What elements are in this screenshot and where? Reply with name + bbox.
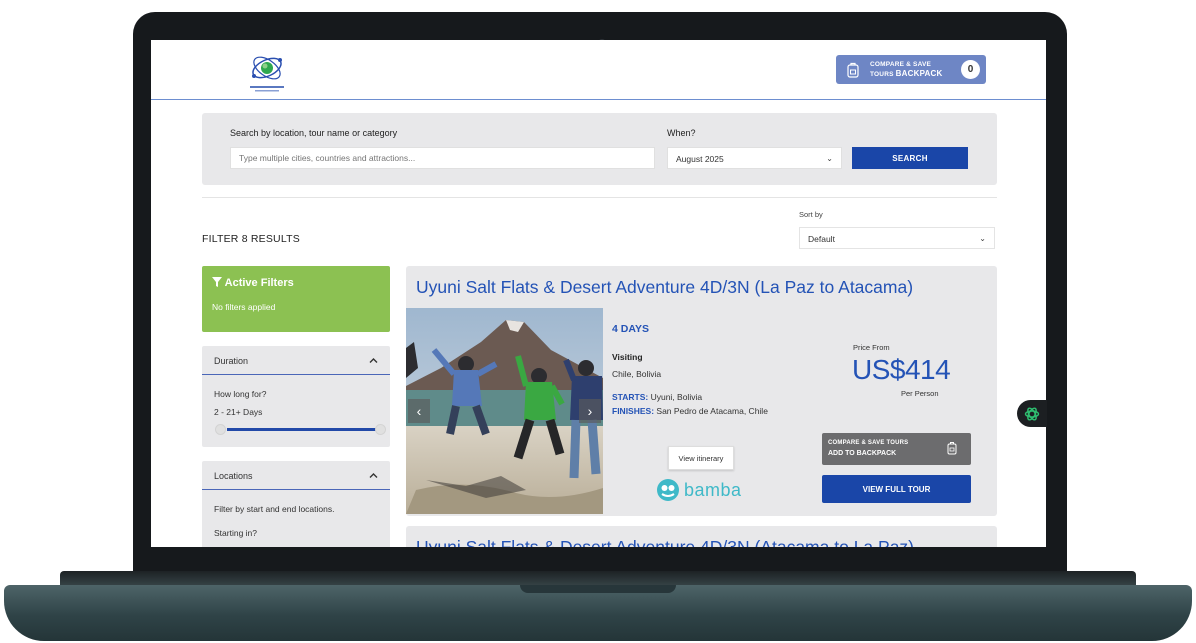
duration-panel-header[interactable]: Duration: [202, 346, 390, 375]
tour-photo-image: [406, 308, 603, 514]
filter-icon: [212, 277, 222, 287]
tour-card: Uyuni Salt Flats & Desert Adventure 4D/3…: [406, 526, 997, 547]
backpack-icon: [847, 62, 859, 78]
location-search-input[interactable]: [230, 147, 655, 169]
location-search-label: Search by location, tour name or categor…: [230, 128, 398, 138]
chat-widget-button[interactable]: [1017, 400, 1047, 427]
backpack-icon: [947, 442, 957, 455]
when-label: When?: [667, 128, 696, 138]
tour-photo[interactable]: ‹ ›: [406, 308, 603, 514]
visiting-label: Visiting: [612, 352, 643, 362]
per-person-label: Per Person: [901, 389, 939, 398]
search-button[interactable]: SEARCH: [852, 147, 968, 169]
operator-name: bamba: [684, 479, 742, 500]
price-from-label: Price From: [853, 343, 890, 352]
duration-filter-panel: Duration How long for? 2 - 21+ Days: [202, 346, 390, 447]
starts-value: Uyuni, Bolivia: [650, 392, 703, 402]
starts-label: STARTS:: [612, 392, 649, 402]
openai-chat-icon: [1024, 406, 1040, 421]
globe-logo-icon[interactable]: [247, 49, 287, 93]
finishes-label: FINISHES:: [612, 406, 655, 416]
results-count: FILTER 8 RESULTS: [202, 233, 300, 245]
divider: [202, 197, 997, 198]
backpack-button-label: COMPARE & SAVE TOURS BACKPACK: [870, 60, 942, 79]
duration-question: How long for?: [214, 389, 267, 399]
tour-starts: STARTS: Uyuni, Bolivia: [612, 390, 772, 404]
photo-prev-button[interactable]: ‹: [408, 399, 430, 423]
tour-duration: 4 DAYS: [612, 323, 649, 335]
active-filters-panel: Active Filters No filters applied: [202, 266, 390, 332]
compare-button-line1: COMPARE & SAVE TOURS: [828, 440, 909, 446]
backpack-count-badge: 0: [961, 60, 980, 79]
browser-screen: COMPARE & SAVE TOURS BACKPACK 0 Search b…: [151, 40, 1046, 547]
chevron-up-icon[interactable]: [369, 471, 378, 480]
photo-next-button[interactable]: ›: [579, 399, 601, 423]
view-full-tour-button[interactable]: VIEW FULL TOUR: [822, 475, 971, 503]
backpack-line1: COMPARE & SAVE: [870, 61, 932, 68]
backpack-line2-big: BACKPACK: [895, 69, 943, 78]
tour-card: Uyuni Salt Flats & Desert Adventure 4D/3…: [406, 266, 997, 516]
chevron-down-icon: ⌄: [826, 154, 833, 163]
active-filters-status: No filters applied: [212, 302, 276, 312]
duration-slider-max-handle[interactable]: [375, 424, 386, 435]
active-filters-title-text: Active Filters: [224, 277, 294, 289]
locations-panel-title: Locations: [214, 471, 253, 481]
bamba-logo-icon: [657, 479, 679, 501]
tour-finishes: FINISHES: San Pedro de Atacama, Chile: [612, 404, 772, 418]
finishes-value: San Pedro de Atacama, Chile: [656, 406, 768, 416]
chevron-up-icon[interactable]: [369, 356, 378, 365]
duration-range-text: 2 - 21+ Days: [214, 407, 263, 417]
tour-title-link[interactable]: Uyuni Salt Flats & Desert Adventure 4D/3…: [416, 537, 914, 547]
locations-description: Filter by start and end locations.: [214, 504, 335, 514]
chevron-down-icon: ⌄: [979, 234, 986, 243]
active-filters-title: Active Filters: [212, 277, 294, 289]
starting-in-label: Starting in?: [214, 528, 257, 538]
laptop-base: [4, 585, 1192, 641]
backpack-line2-small: TOURS: [870, 71, 894, 78]
date-select-value: August 2025: [676, 154, 724, 164]
add-to-backpack-button[interactable]: COMPARE & SAVE TOURS ADD TO BACKPACK: [822, 433, 971, 465]
duration-panel-title: Duration: [214, 356, 249, 366]
laptop-notch: [520, 585, 676, 593]
locations-filter-panel: Locations Filter by start and end locati…: [202, 461, 390, 547]
view-itinerary-button[interactable]: View itinerary: [668, 446, 734, 470]
compare-backpack-button[interactable]: COMPARE & SAVE TOURS BACKPACK 0: [836, 55, 986, 84]
date-select[interactable]: August 2025 ⌄: [667, 147, 842, 169]
visiting-value: Chile, Bolivia: [612, 369, 662, 379]
tour-title-link[interactable]: Uyuni Salt Flats & Desert Adventure 4D/3…: [416, 277, 913, 298]
duration-slider-min-handle[interactable]: [215, 424, 226, 435]
search-panel: Search by location, tour name or categor…: [202, 113, 997, 185]
locations-panel-header[interactable]: Locations: [202, 461, 390, 490]
site-header: COMPARE & SAVE TOURS BACKPACK 0: [151, 40, 1046, 100]
sort-by-label: Sort by: [799, 210, 823, 219]
operator-logo: bamba: [656, 478, 742, 502]
sort-select-value: Default: [808, 234, 835, 244]
compare-button-line2: ADD TO BACKPACK: [828, 450, 897, 457]
sort-select[interactable]: Default ⌄: [799, 227, 995, 249]
tour-price: US$414: [852, 354, 951, 385]
duration-slider-track[interactable]: [227, 428, 384, 431]
